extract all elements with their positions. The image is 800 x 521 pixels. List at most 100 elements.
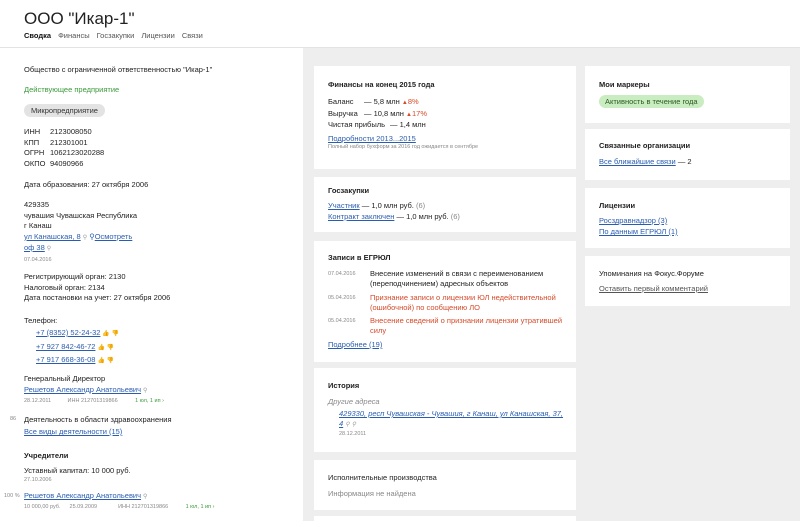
search-icon[interactable]: ⚲ bbox=[83, 233, 87, 244]
tax-organ: Налоговый орган: 2134 bbox=[24, 282, 105, 292]
director-name-link[interactable]: Решетов Александр Анатольевич bbox=[24, 385, 141, 394]
search-icon[interactable]: ⚲ bbox=[143, 386, 147, 397]
director-inn: ИНН 212701319866 bbox=[67, 398, 118, 404]
egrul-more-link[interactable]: Подробнее (19) bbox=[328, 340, 382, 349]
director-links[interactable]: 1 юл, 1 ип bbox=[135, 398, 161, 404]
address-view-link[interactable]: Осмотреть bbox=[95, 232, 133, 241]
phone-link[interactable]: +7 (8352) 52-24-32 bbox=[36, 328, 100, 337]
license-link[interactable]: Росздравнадзор (3) bbox=[599, 216, 667, 225]
procurement-count: (6) bbox=[450, 211, 460, 221]
company-title: ООО "Икар-1" bbox=[24, 9, 135, 28]
history-card: История Другие адреса 429330, респ Чуваш… bbox=[314, 368, 576, 452]
okpo-value: 94090966 bbox=[50, 158, 84, 168]
finance-rows: Баланс — 5,8 млн ▲8% Выручка — 10,8 млн ▲1… bbox=[328, 97, 428, 129]
search-icon[interactable]: ⚲ bbox=[143, 493, 147, 500]
thumb-down-icon[interactable]: 👎 bbox=[107, 343, 114, 355]
page-header: ООО "Икар-1" Сводка Финансы Госзакупки Л… bbox=[0, 0, 800, 48]
phone-link[interactable]: +7 927 842-46-72 bbox=[36, 342, 95, 351]
search-icon[interactable]: ⚲ bbox=[345, 420, 349, 430]
procurement-title: Госзакупки bbox=[328, 186, 370, 195]
company-fullname: Общество с ограниченной ответственностью… bbox=[24, 65, 213, 74]
egrul-date: 07.04.2016 bbox=[328, 271, 356, 277]
procurement-participant-link[interactable]: Участник bbox=[328, 201, 360, 210]
founder-details: 10 000,00 руб. 25.09.2009 ИНН 2127013198… bbox=[24, 504, 214, 510]
finance-details-link[interactable]: Подробности 2013...2015 bbox=[328, 134, 416, 143]
thumb-down-icon[interactable]: 👎 bbox=[112, 329, 119, 341]
founder-name-link[interactable]: Решетов Александр Анатольевич bbox=[24, 491, 141, 500]
founder-row: Решетов Александр Анатольевич ⚲ bbox=[24, 491, 147, 500]
history-address-link[interactable]: 429330, респ Чувашская - Чувашия, г Кана… bbox=[339, 409, 563, 428]
tab-summary[interactable]: Сводка bbox=[24, 31, 51, 40]
enforcement-text: Информация не найдена bbox=[328, 489, 416, 498]
history-subtitle: Другие адреса bbox=[328, 397, 380, 406]
arrow-right-icon: › bbox=[211, 504, 215, 510]
company-size-badge: Микропредприятие bbox=[24, 104, 105, 117]
okpo-label: ОКПО bbox=[24, 158, 46, 168]
related-count: — 2 bbox=[677, 157, 692, 166]
okved-all-link[interactable]: Все виды деятельности (15) bbox=[24, 427, 122, 436]
thumb-up-icon[interactable]: 👍 bbox=[97, 343, 104, 355]
activity-badge[interactable]: Активность в течение года bbox=[599, 95, 704, 108]
ogrn-value: 1062123020288 bbox=[50, 148, 105, 157]
license-link[interactable]: По данным ЕГРЮЛ (1) bbox=[599, 227, 678, 236]
related-card: Связанные организации Все ближайшие связ… bbox=[585, 129, 790, 180]
okved-code: 86 bbox=[10, 416, 17, 422]
okved-text: Деятельность в области здравоохранения bbox=[24, 415, 172, 424]
history-address: 429330, респ Чувашская - Чувашия, г Кана… bbox=[339, 409, 564, 430]
egrul-date: 05.04.2016 bbox=[328, 318, 356, 324]
founded-date: Дата образования: 27 октября 2006 bbox=[24, 180, 149, 189]
history-title: История bbox=[328, 381, 360, 390]
finance-value: 10,8 млн bbox=[373, 108, 404, 118]
tab-links[interactable]: Связи bbox=[182, 31, 203, 40]
address-city: г Канаш bbox=[24, 221, 52, 230]
founder-date: 25.09.2009 bbox=[69, 504, 98, 510]
thumb-down-icon[interactable]: 👎 bbox=[107, 356, 114, 368]
company-status: Действующее предприятие bbox=[24, 85, 120, 94]
related-all-link[interactable]: Все ближайшие связи bbox=[599, 157, 676, 166]
kpp-value: 212301001 bbox=[50, 137, 88, 147]
finance-label: Чистая прибыль bbox=[328, 120, 385, 129]
phones-label: Телефон: bbox=[24, 316, 58, 325]
founders-label: Учредители bbox=[24, 451, 69, 460]
registration-organ: Регистрирующий орган: 2130 bbox=[24, 272, 126, 281]
egrul-entry: Внесение изменений в связи с переименова… bbox=[370, 269, 544, 288]
address-date: 07.04.2016 bbox=[24, 256, 52, 263]
inn-value: 2123008050 bbox=[50, 127, 92, 136]
finance-note: Полный набор бухформ за 2016 год ожидает… bbox=[328, 144, 479, 150]
tab-procurement[interactable]: Госзакупки bbox=[97, 31, 135, 40]
phone-link[interactable]: +7 917 668-36-08 bbox=[36, 355, 95, 364]
thumb-up-icon[interactable]: 👍 bbox=[97, 356, 104, 368]
history-date: 28.12.2011 bbox=[339, 431, 367, 437]
map-pin-icon[interactable]: ⚲ bbox=[352, 420, 356, 430]
ids-block: ИНН 2123008050 КПП 212301001 ОГРН 106212302… bbox=[24, 127, 104, 169]
licenses-card: Лицензии Росздравнадзор (3) По данным ЕГ… bbox=[585, 188, 790, 248]
founder-links[interactable]: 1 юл, 1 ип bbox=[186, 504, 212, 510]
tab-finance[interactable]: Финансы bbox=[58, 31, 90, 40]
finance-change: 17% bbox=[412, 108, 428, 118]
kpp-label: КПП bbox=[24, 137, 40, 147]
address-index: 429335 bbox=[24, 200, 50, 209]
tab-licenses[interactable]: Лицензии bbox=[141, 31, 174, 40]
egrul-date: 05.04.2016 bbox=[328, 295, 356, 301]
procurement-card: Госзакупки Участник — 1,0 млн руб. (6) К… bbox=[314, 177, 576, 232]
director-date: 28.12.2011 bbox=[24, 398, 52, 404]
procurement-contract-link[interactable]: Контракт заключен bbox=[328, 212, 394, 221]
address-street-link[interactable]: ул Канашская, 8 bbox=[24, 232, 81, 241]
address-block: 429335 чувашия Чувашская Республика г Ка… bbox=[24, 200, 137, 265]
forum-card: Упоминания на Фокус.Форуме Оставить перв… bbox=[585, 256, 790, 306]
finance-value: 5,8 млн bbox=[373, 97, 400, 106]
address-office-link[interactable]: оф 38 bbox=[24, 243, 45, 252]
finance-change: 8% bbox=[407, 97, 419, 106]
related-title: Связанные организации bbox=[599, 141, 691, 150]
search-icon[interactable]: ⚲ bbox=[47, 244, 51, 255]
tax-registration-date: Дата постановки на учет: 27 октября 2006 bbox=[24, 293, 171, 302]
founder-share: 100 % bbox=[4, 493, 20, 499]
phones-list: +7 (8352) 52-24-32 👍 👎 +7 927 842-46-72 👍 👎 … bbox=[36, 327, 119, 368]
enforcement-card: Исполнительные производства Информация н… bbox=[314, 460, 576, 510]
related-row: Все ближайшие связи — 2 bbox=[599, 157, 692, 166]
licenses-title: Лицензии bbox=[599, 201, 636, 210]
capital-text: Уставный капитал: 10 000 руб. bbox=[24, 466, 131, 475]
forum-comment-link[interactable]: Оставить первый комментарий bbox=[599, 284, 708, 293]
director-block: Генеральный Директор Решетов Александр А… bbox=[24, 374, 164, 407]
thumb-up-icon[interactable]: 👍 bbox=[102, 329, 109, 341]
